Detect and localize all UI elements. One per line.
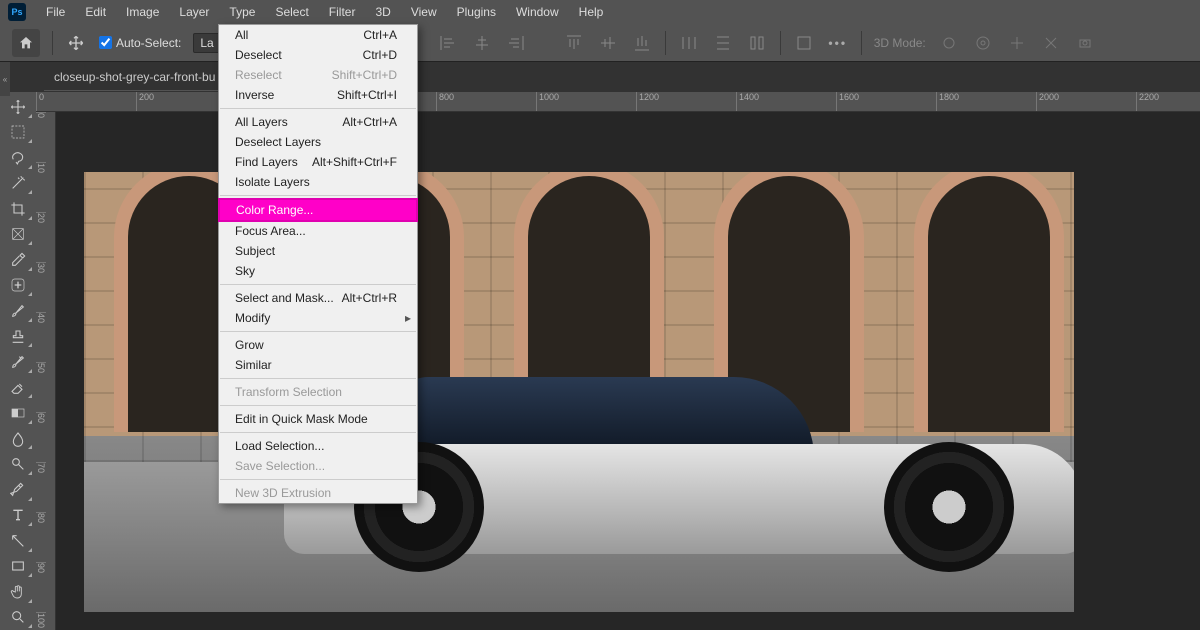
menu-item-color-range-[interactable]: Color Range...: [218, 198, 418, 222]
menu-item-load-selection-[interactable]: Load Selection...: [219, 436, 417, 456]
brush-tool[interactable]: [2, 298, 34, 324]
menu-item-find-layers[interactable]: Find LayersAlt+Shift+Ctrl+F: [219, 152, 417, 172]
menu-item-modify[interactable]: Modify: [219, 308, 417, 328]
blur-tool[interactable]: [2, 426, 34, 452]
menu-separator: [220, 432, 416, 433]
distribute-spacing-icon[interactable]: [746, 32, 768, 54]
menu-help[interactable]: Help: [569, 1, 614, 23]
divider: [665, 31, 666, 55]
align-top-icon[interactable]: [563, 32, 585, 54]
align-center-h-icon[interactable]: [471, 32, 493, 54]
menu-separator: [220, 405, 416, 406]
crop-tool[interactable]: [2, 196, 34, 222]
menu-separator: [220, 378, 416, 379]
menu-separator: [220, 331, 416, 332]
menu-item-save-selection-: Save Selection...: [219, 456, 417, 476]
pen-tool[interactable]: [2, 477, 34, 503]
align-right-icon[interactable]: [505, 32, 527, 54]
dodge-tool[interactable]: [2, 451, 34, 477]
select-menu-dropdown: AllCtrl+ADeselectCtrl+DReselectShift+Ctr…: [218, 24, 418, 504]
menu-type[interactable]: Type: [219, 1, 265, 23]
menu-image[interactable]: Image: [116, 1, 169, 23]
eraser-tool[interactable]: [2, 375, 34, 401]
menu-window[interactable]: Window: [506, 1, 569, 23]
menu-item-isolate-layers[interactable]: Isolate Layers: [219, 172, 417, 192]
marquee-tool[interactable]: [2, 120, 34, 146]
menubar: Ps FileEditImageLayerTypeSelectFilter3DV…: [0, 0, 1200, 24]
menu-plugins[interactable]: Plugins: [447, 1, 506, 23]
ruler-vertical: 0102030405060708090100: [36, 112, 56, 630]
document-tab[interactable]: closeup-shot-grey-car-front-bu ×: [44, 64, 243, 91]
menu-item-transform-selection: Transform Selection: [219, 382, 417, 402]
menu-3d[interactable]: 3D: [365, 1, 400, 23]
menu-filter[interactable]: Filter: [319, 1, 366, 23]
zoom-tool[interactable]: [2, 605, 34, 630]
canvas[interactable]: 0200400600800100012001400160018002000220…: [36, 92, 1200, 630]
distribute-h-icon[interactable]: [678, 32, 700, 54]
menu-item-edit-in-quick-mask-mode[interactable]: Edit in Quick Mask Mode: [219, 409, 417, 429]
align-to-icon[interactable]: [793, 32, 815, 54]
distribute-v-icon[interactable]: [712, 32, 734, 54]
menu-layer[interactable]: Layer: [169, 1, 219, 23]
home-icon[interactable]: [12, 29, 40, 57]
menu-separator: [220, 479, 416, 480]
options-bar: Auto-Select: La ••• 3D Mode:: [0, 24, 1200, 62]
3d-zoom-icon[interactable]: [1074, 32, 1096, 54]
rectangle-tool[interactable]: [2, 554, 34, 580]
menu-item-deselect[interactable]: DeselectCtrl+D: [219, 45, 417, 65]
divider: [861, 31, 862, 55]
move-tool[interactable]: [2, 94, 34, 120]
menu-item-sky[interactable]: Sky: [219, 261, 417, 281]
menu-separator: [220, 108, 416, 109]
menu-item-select-and-mask-[interactable]: Select and Mask...Alt+Ctrl+R: [219, 288, 417, 308]
hand-tool[interactable]: [2, 579, 34, 605]
menu-item-deselect-layers[interactable]: Deselect Layers: [219, 132, 417, 152]
3d-orbit-icon[interactable]: [938, 32, 960, 54]
lasso-tool[interactable]: [2, 145, 34, 171]
toolbar-collapse-icon[interactable]: «: [0, 62, 10, 96]
document-tab-bar: closeup-shot-grey-car-front-bu ×: [0, 62, 1200, 92]
document-title: closeup-shot-grey-car-front-bu: [54, 70, 215, 84]
ruler-horizontal: 0200400600800100012001400160018002000220…: [36, 92, 1200, 112]
menu-item-inverse[interactable]: InverseShift+Ctrl+I: [219, 85, 417, 105]
eyedropper-tool[interactable]: [2, 247, 34, 273]
menu-item-all[interactable]: AllCtrl+A: [219, 25, 417, 45]
menu-item-subject[interactable]: Subject: [219, 241, 417, 261]
3d-mode-label: 3D Mode:: [874, 36, 926, 50]
stamp-tool[interactable]: [2, 324, 34, 350]
align-bottom-icon[interactable]: [631, 32, 653, 54]
heal-tool[interactable]: [2, 273, 34, 299]
3d-pan-icon[interactable]: [1006, 32, 1028, 54]
3d-roll-icon[interactable]: [972, 32, 994, 54]
frame-tool[interactable]: [2, 222, 34, 248]
align-middle-icon[interactable]: [597, 32, 619, 54]
history-tool[interactable]: [2, 349, 34, 375]
auto-select-checkbox[interactable]: Auto-Select:: [99, 36, 181, 50]
path-tool[interactable]: [2, 528, 34, 554]
gradient-tool[interactable]: [2, 400, 34, 426]
menu-item-focus-area-[interactable]: Focus Area...: [219, 221, 417, 241]
menu-item-similar[interactable]: Similar: [219, 355, 417, 375]
menu-item-grow[interactable]: Grow: [219, 335, 417, 355]
menu-edit[interactable]: Edit: [75, 1, 116, 23]
menu-separator: [220, 195, 416, 196]
toolbar: [0, 92, 36, 630]
menu-item-reselect: ReselectShift+Ctrl+D: [219, 65, 417, 85]
move-tool-icon[interactable]: [65, 32, 87, 54]
more-icon[interactable]: •••: [827, 32, 849, 54]
menu-select[interactable]: Select: [265, 1, 318, 23]
app-logo: Ps: [8, 3, 26, 21]
divider: [52, 31, 53, 55]
menu-separator: [220, 284, 416, 285]
align-left-icon[interactable]: [437, 32, 459, 54]
divider: [780, 31, 781, 55]
wand-tool[interactable]: [2, 171, 34, 197]
menu-item-new-d-extrusion: New 3D Extrusion: [219, 483, 417, 503]
menu-view[interactable]: View: [401, 1, 447, 23]
3d-slide-icon[interactable]: [1040, 32, 1062, 54]
menu-file[interactable]: File: [36, 1, 75, 23]
type-tool[interactable]: [2, 503, 34, 529]
menu-item-all-layers[interactable]: All LayersAlt+Ctrl+A: [219, 112, 417, 132]
